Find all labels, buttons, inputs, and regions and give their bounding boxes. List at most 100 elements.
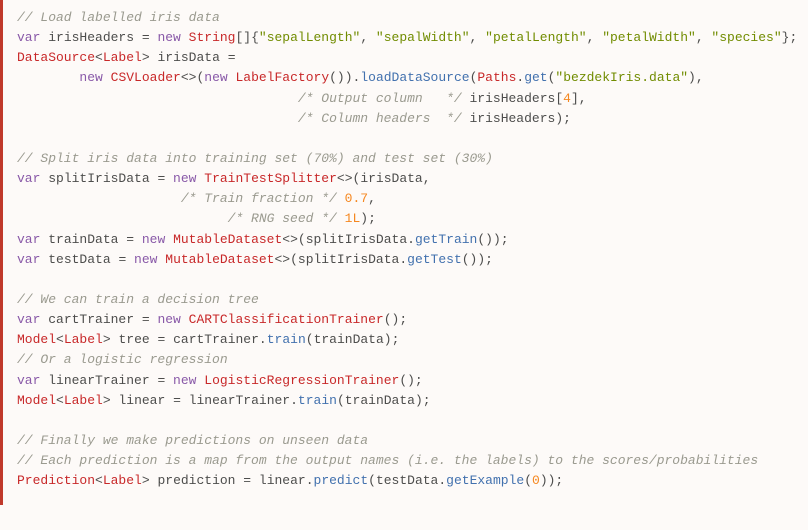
fn-loadDataSource: loadDataSource [360,70,469,85]
op-parens-semi: ()); [462,252,493,267]
kw-new: new [157,312,180,327]
id-linear: linear [118,393,165,408]
ty-mutabledataset: MutableDataset [165,252,274,267]
str: "sepalLength" [259,30,360,45]
kw-new: new [134,252,157,267]
ty-logreg: LogisticRegressionTrainer [204,373,399,388]
id-trainData: trainData [314,332,384,347]
op-comma: , [696,30,712,45]
id-testData: testData [376,473,438,488]
op-dot: . [399,252,407,267]
kw-var: var [17,312,40,327]
kw-var: var [17,373,40,388]
num-1L: 1L [345,211,361,226]
op-rparen-semi: ); [384,332,400,347]
op-rparen-semi: ); [415,393,431,408]
op-eq: = [118,232,141,247]
op-lparen: ( [306,332,314,347]
id-linear: linear [259,473,306,488]
op-comma: , [470,30,486,45]
op-parens: () [329,70,345,85]
comment-load: // Load labelled iris data [17,10,220,25]
id-irisHeaders: irisHeaders [470,91,556,106]
op-rparen-comma: ), [688,70,704,85]
ty-paths: Paths [477,70,516,85]
code-block: // Load labelled iris data var irisHeade… [0,0,808,505]
num-07: 0.7 [345,191,368,206]
ty-model: Model [17,332,56,347]
op-rbracket-comma: ], [571,91,587,106]
ty-string: String [189,30,236,45]
op-eq: = [134,312,157,327]
kw-var: var [17,232,40,247]
fn-train: train [298,393,337,408]
fn-train: train [267,332,306,347]
fn-getExample: getExample [446,473,524,488]
ty-label: Label [103,473,142,488]
op-parens-semi: (); [384,312,407,327]
ty-traintestsplitter: TrainTestSplitter [204,171,337,186]
id-splitIrisData: splitIrisData [298,252,399,267]
op-lt: < [56,332,64,347]
fn-getTrain: getTrain [415,232,477,247]
kw-var: var [17,252,40,267]
fn-get: get [524,70,547,85]
id-cartTrainer: cartTrainer [173,332,259,347]
str: "bezdekIris.data" [555,70,688,85]
ty-model: Model [17,393,56,408]
op-gt: > [103,393,111,408]
op-eq: = [150,171,173,186]
op-rparen-semi: ); [360,211,376,226]
op-parens-semi: ()); [477,232,508,247]
comment-col-headers: /* Column headers */ [298,111,462,126]
op-arr-open: []{ [235,30,258,45]
op-diamond: <> [337,171,353,186]
op-lt: < [56,393,64,408]
op-eq: = [165,393,188,408]
op-dot: . [407,232,415,247]
str: "petalLength" [485,30,586,45]
id-irisHeaders: irisHeaders [470,111,556,126]
op-lparen: ( [298,232,306,247]
op-gt: > [142,473,150,488]
id-linearTrainer: linearTrainer [48,373,149,388]
op-eq: = [150,332,173,347]
op-lparen: ( [524,473,532,488]
op-eq: = [111,252,134,267]
kw-new: new [142,232,165,247]
op-eq: = [235,473,258,488]
kw-var: var [17,30,40,45]
op-eq: = [134,30,157,45]
op-comma: , [423,171,431,186]
ty-csvloader: CSVLoader [111,70,181,85]
str: "sepalWidth" [376,30,470,45]
kw-new: new [173,373,196,388]
ty-labelfactory: LabelFactory [236,70,330,85]
id-testData: testData [48,252,110,267]
op-lparen: ( [290,252,298,267]
id-irisHeaders: irisHeaders [48,30,134,45]
ty-label: Label [64,393,103,408]
comment-finally: // Finally we make predictions on unseen… [17,433,368,448]
op-diamond: <> [282,232,298,247]
id-cartTrainer: cartTrainer [48,312,134,327]
fn-predict: predict [314,473,369,488]
op-diamond: <> [181,70,197,85]
kw-new: new [173,171,196,186]
id-tree: tree [118,332,149,347]
op-gt: > [142,50,150,65]
num-4: 4 [563,91,571,106]
op-parens-semi: (); [399,373,422,388]
ty-datasource: DataSource [17,50,95,65]
op-lparen: ( [368,473,376,488]
op-eq: = [150,373,173,388]
id-trainData: trainData [345,393,415,408]
kw-var: var [17,171,40,186]
op-comma: , [360,30,376,45]
id-prediction: prediction [157,473,235,488]
op-arr-close: }; [782,30,798,45]
op-gt: > [103,332,111,347]
comment-output-col: /* Output column */ [298,91,462,106]
comment-logreg: // Or a logistic regression [17,352,228,367]
op-comma: , [587,30,603,45]
